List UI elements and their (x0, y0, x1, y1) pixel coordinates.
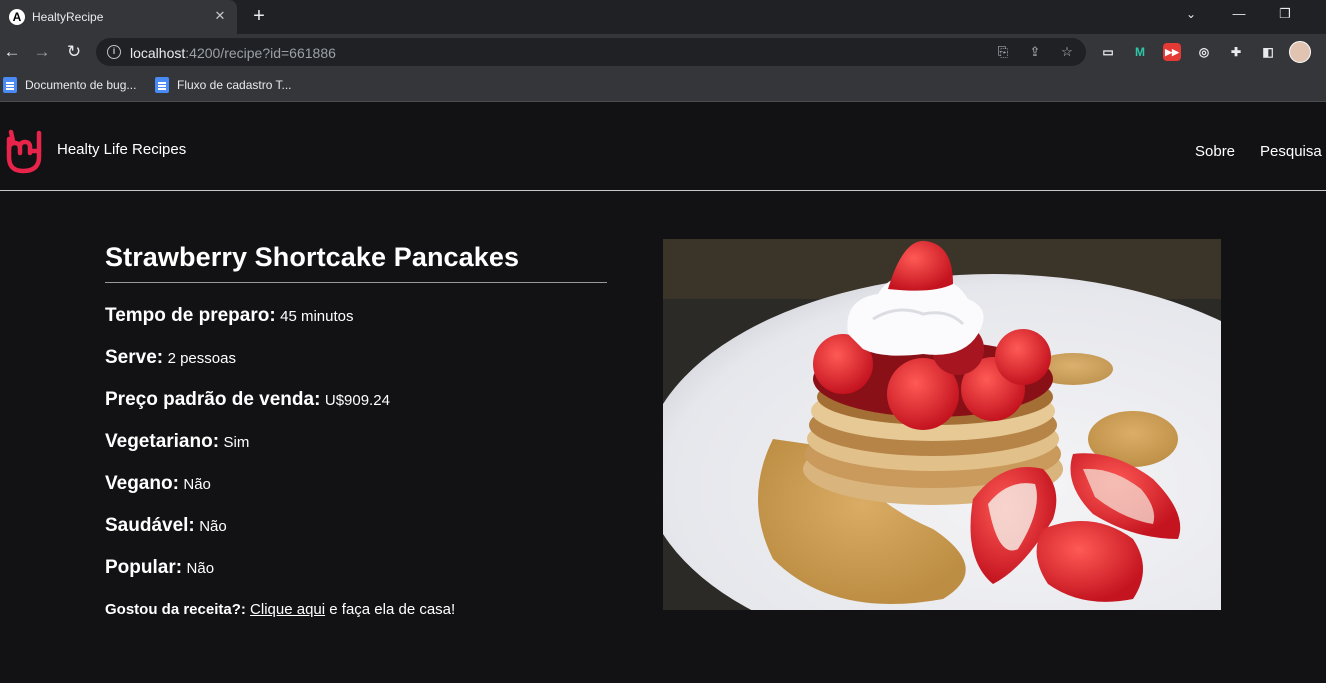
field-value: U$909.24 (324, 392, 390, 409)
field-vegetarian: Vegetariano: Sim (105, 431, 249, 453)
docs-icon (155, 77, 169, 93)
recipe-photo (663, 239, 1221, 610)
recipe-cta: Gostou da receita?: Clique aqui e faça e… (105, 601, 455, 618)
bookmark-item[interactable]: Documento de bug... (3, 76, 136, 94)
translate-icon[interactable]: ⎘ (994, 43, 1012, 61)
back-icon[interactable]: ← (0, 40, 24, 64)
browser-toolbar: ← → ↻ i localhost:4200/recipe?id=661886 … (0, 34, 1326, 70)
field-label: Popular: (105, 557, 183, 578)
site-header: Healty Life Recipes Sobre Pesquisa (0, 103, 1326, 191)
angular-favicon-icon: A (9, 9, 25, 25)
field-value: 45 minutos (280, 308, 354, 325)
forward-icon[interactable]: → (30, 40, 54, 64)
rock-hand-logo-icon[interactable] (3, 127, 45, 175)
field-value: Não (199, 518, 227, 535)
glasses-extension-icon[interactable]: ◎ (1195, 43, 1213, 61)
field-value: Não (183, 476, 211, 493)
chevron-down-icon[interactable]: ⌄ (1168, 0, 1214, 30)
field-label: Saudável: (105, 515, 195, 536)
bookmark-label: Documento de bug... (25, 78, 137, 92)
side-panel-icon[interactable]: ◧ (1259, 43, 1277, 61)
tab-title: HealtyRecipe (32, 10, 104, 24)
browser-tab[interactable]: A HealtyRecipe ✕ (0, 0, 237, 34)
puzzle-extensions-icon[interactable]: ✚ (1227, 43, 1245, 61)
restore-icon[interactable]: ❐ (1262, 0, 1308, 30)
address-bar[interactable]: i localhost:4200/recipe?id=661886 ⎘ ⇪ ☆ (96, 38, 1086, 66)
nav-link-sobre[interactable]: Sobre (1195, 143, 1235, 160)
field-label: Preço padrão de venda: (105, 389, 321, 410)
cta-link[interactable]: Clique aqui (250, 601, 325, 618)
profile-avatar[interactable] (1289, 41, 1311, 63)
cta-label: Gostou da receita?: (105, 601, 246, 618)
bookmarks-bar: Documento de bug... Fluxo de cadastro T.… (0, 70, 1326, 102)
url-text[interactable]: localhost:4200/recipe?id=661886 (130, 45, 336, 61)
cta-suffix: e faça ela de casa! (329, 601, 456, 618)
field-popular: Popular: Não (105, 557, 214, 579)
browser-tab-strip: A HealtyRecipe ✕ + ⌄ — ❐ (0, 0, 1326, 34)
screen-extension-icon[interactable]: ▭ (1099, 43, 1117, 61)
close-icon[interactable]: ✕ (212, 8, 228, 24)
field-value: Não (186, 560, 215, 577)
docs-icon (3, 77, 17, 93)
field-label: Tempo de preparo: (105, 305, 276, 326)
recipe-title: Strawberry Shortcake Pancakes (105, 242, 520, 272)
field-prep-time: Tempo de preparo: 45 minutos (105, 305, 354, 327)
m-extension-icon[interactable]: M (1131, 43, 1149, 61)
field-value: Sim (223, 434, 250, 451)
field-vegan: Vegano: Não (105, 473, 211, 495)
field-value: 2 pessoas (167, 350, 236, 367)
field-label: Vegano: (105, 473, 179, 494)
nav-link-pesquisa[interactable]: Pesquisa (1260, 143, 1322, 160)
brand-name[interactable]: Healty Life Recipes (57, 141, 186, 158)
field-healthy: Saudável: Não (105, 515, 227, 537)
field-label: Serve: (105, 347, 164, 368)
share-icon[interactable]: ⇪ (1026, 43, 1044, 61)
field-label: Vegetariano: (105, 431, 220, 452)
new-tab-icon[interactable]: + (249, 6, 269, 26)
video-extension-icon[interactable]: ▶▶ (1163, 43, 1181, 61)
title-divider (105, 282, 607, 283)
info-icon[interactable]: i (107, 45, 121, 59)
field-servings: Serve: 2 pessoas (105, 347, 236, 369)
minimize-icon[interactable]: — (1216, 0, 1262, 30)
page: Healty Life Recipes Sobre Pesquisa Straw… (0, 103, 1326, 683)
star-icon[interactable]: ☆ (1058, 43, 1076, 61)
reload-icon[interactable]: ↻ (62, 40, 86, 64)
field-price: Preço padrão de venda: U$909.24 (105, 389, 390, 411)
bookmark-item[interactable]: Fluxo de cadastro T... (155, 76, 292, 94)
bookmark-label: Fluxo de cadastro T... (177, 78, 292, 92)
